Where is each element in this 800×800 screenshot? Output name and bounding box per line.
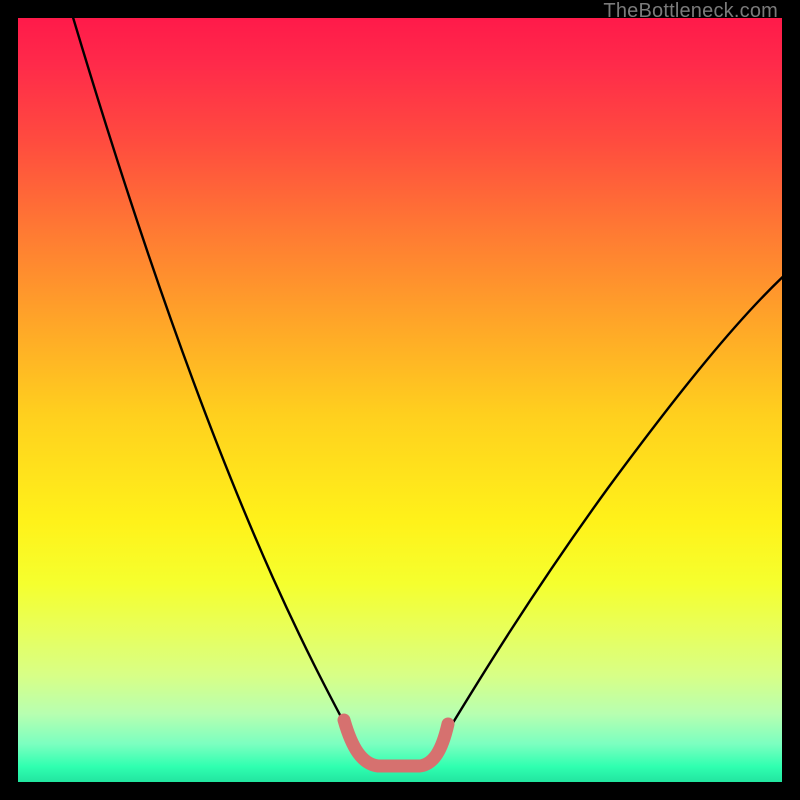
plot-area: [18, 18, 782, 782]
right-curve-path: [440, 270, 782, 744]
trough-highlight-path: [344, 720, 448, 766]
chart-curves: [18, 18, 782, 782]
left-curve-path: [72, 18, 358, 750]
watermark-text: TheBottleneck.com: [603, 0, 778, 23]
chart-container: TheBottleneck.com: [0, 0, 800, 800]
